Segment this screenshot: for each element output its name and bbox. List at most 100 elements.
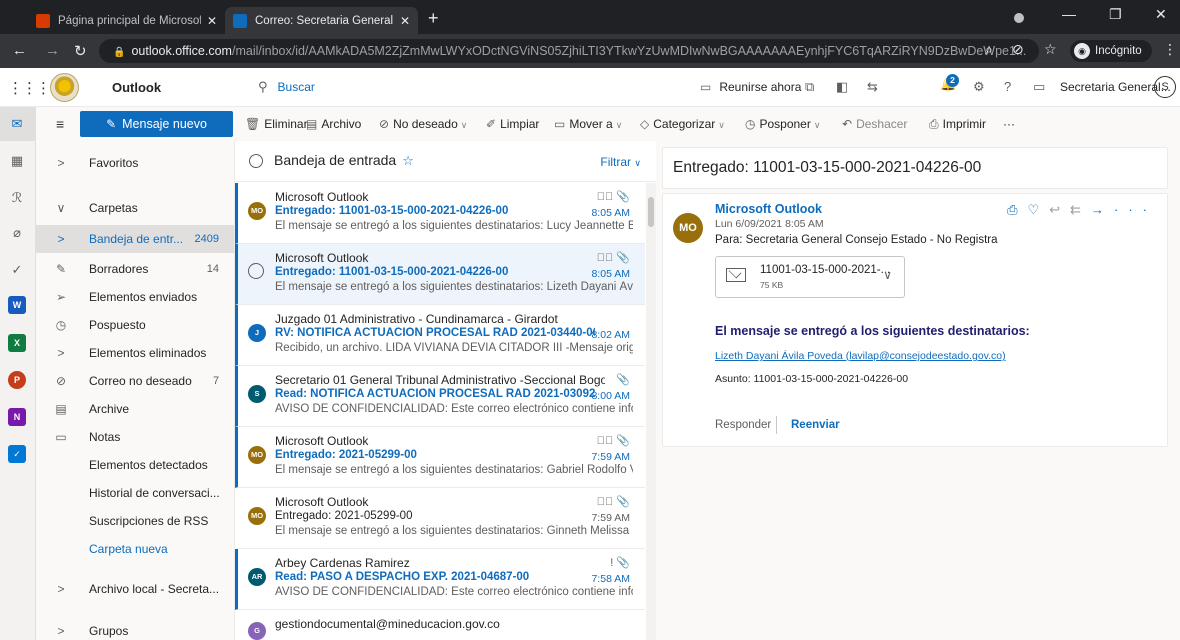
minimize-icon[interactable]: — (1062, 6, 1076, 22)
folder-inbox[interactable]: > Bandeja de entr... 2409 (36, 225, 234, 253)
categorize-button[interactable]: ◇ Categorizar ∨ (640, 117, 725, 131)
folder-sent[interactable]: ➢ Elementos enviados (36, 283, 234, 311)
search-input[interactable]: ⚲ Buscar (246, 73, 686, 101)
help-icon[interactable]: ? (1004, 79, 1011, 94)
organization-logo[interactable] (50, 73, 79, 102)
teams-icon[interactable]: ⧉ (805, 79, 814, 95)
archive-button[interactable]: ▤ Archivo (306, 117, 361, 131)
onenote-feed-icon[interactable]: ◧ (836, 79, 848, 95)
attachment-card[interactable]: 11001-03-15-000-2021-... 75 KB ∨ (715, 256, 905, 298)
folder-snoozed[interactable]: ◷ Pospuesto (36, 311, 234, 339)
favorite-star-icon[interactable]: ☆ (402, 153, 414, 168)
people-icon[interactable]: ℛ (8, 189, 26, 207)
bookmark-star-icon[interactable]: ☆ (1044, 41, 1057, 58)
onenote-icon[interactable]: N (8, 408, 26, 426)
move-to-button[interactable]: ▭ Mover a ∨ (554, 117, 622, 131)
hamburger-menu-icon[interactable]: ≡ (56, 116, 64, 132)
meet-now-button[interactable]: ▭ Reunirse ahora (700, 80, 801, 94)
sweep-button[interactable]: ✐ Limpiar (486, 117, 539, 131)
close-tab-icon[interactable]: ✕ (400, 14, 410, 28)
reply-button[interactable]: Responder (715, 419, 771, 431)
folder-groups[interactable]: > Grupos (36, 617, 234, 640)
close-tab-icon[interactable]: ✕ (207, 14, 217, 28)
print-button[interactable]: ⎙ Imprimir (929, 117, 986, 132)
sender-name[interactable]: Microsoft Outlook (715, 202, 822, 216)
app-launcher-icon[interactable]: ⋮⋮⋮ (8, 79, 51, 97)
forward-icon[interactable]: → (1091, 202, 1114, 217)
reply-all-icon[interactable]: ⇇ (1070, 202, 1091, 217)
message-item[interactable]: S Secretario 01 General Tribunal Adminis… (235, 366, 645, 427)
more-actions-button[interactable]: ··· (1003, 117, 1015, 131)
delete-button[interactable]: 🗑 Eliminar (245, 117, 308, 131)
new-message-label: Mensaje nuevo (122, 117, 207, 131)
folder-drafts[interactable]: ✎ Borradores 14 (36, 255, 234, 283)
message-item[interactable]: G gestiondocumental@mineducacion.gov.co (235, 610, 645, 640)
restore-icon[interactable]: ❐ (1109, 6, 1122, 23)
tracking-icon[interactable]: ⊘ (1012, 41, 1024, 58)
junk-button[interactable]: ⊘ No deseado ∨ (379, 117, 467, 131)
word-icon[interactable]: W (8, 296, 26, 314)
undo-button[interactable]: ↶ Deshacer (842, 117, 907, 131)
todo-app-icon[interactable]: ✓ (8, 445, 26, 463)
folder-conversation-history[interactable]: Historial de conversaci... (36, 479, 234, 507)
folder-detected[interactable]: Elementos detectados (36, 451, 234, 479)
select-message-checkbox[interactable] (248, 263, 264, 279)
excel-icon[interactable]: X (8, 334, 26, 352)
reply-icon[interactable]: ↩ (1049, 202, 1070, 217)
message-list-scrollbar[interactable] (646, 183, 656, 640)
folder-favorites[interactable]: > Favoritos (36, 149, 234, 177)
new-message-button[interactable]: ✎ Mensaje nuevo (80, 111, 233, 137)
browser-menu-icon[interactable]: ⋮ (1163, 41, 1177, 58)
sender-avatar[interactable]: MO (673, 213, 703, 243)
profile-dot-icon[interactable] (1014, 13, 1024, 23)
app-title[interactable]: Outlook (112, 80, 161, 95)
my-day-icon[interactable]: ⇆ (867, 79, 878, 95)
app-rail: ✉ ▦ ℛ ⌀ ✓ W X P N ✓ (0, 107, 36, 640)
filter-button[interactable]: Filtrar ∨ (600, 155, 641, 169)
message-item[interactable]: MO Microsoft Outlook ⊖⃝ 📎 Entregado: 202… (235, 488, 645, 549)
folder-archive[interactable]: ▤ Archive (36, 395, 234, 423)
select-all-checkbox[interactable] (249, 154, 263, 168)
calendar-icon[interactable]: ▦ (8, 152, 26, 170)
account-avatar[interactable]: S (1154, 76, 1176, 98)
notifications-button[interactable]: 🔔 2 (940, 74, 959, 92)
browser-tab-outlook[interactable]: Correo: Secretaria General Conse ✕ (225, 7, 418, 34)
folder-rss[interactable]: Suscripciones de RSS (36, 507, 234, 535)
scrollbar-thumb[interactable] (648, 197, 654, 227)
like-icon[interactable]: ♡ (1028, 202, 1050, 217)
chevron-down-icon[interactable]: ∨ (883, 268, 892, 282)
forward-button[interactable]: Reenviar (791, 419, 840, 431)
message-item[interactable]: J Juzgado 01 Administrativo - Cundinamar… (235, 305, 645, 366)
feedback-icon[interactable]: ▭ (1033, 79, 1045, 95)
folder-junk[interactable]: ⊘ Correo no deseado 7 (36, 367, 234, 395)
folder-carpetas[interactable]: ∨ Carpetas (36, 194, 234, 222)
new-folder-link[interactable]: Carpeta nueva (36, 535, 234, 563)
folder-count: 2409 (194, 233, 219, 245)
url-field[interactable]: 🔒 outlook.office.com/mail/inbox/id/AAMkAD… (99, 39, 1039, 63)
settings-gear-icon[interactable]: ⚙ (973, 79, 985, 95)
forward-icon[interactable]: → (45, 42, 60, 59)
mail-icon[interactable]: ✉ (8, 115, 26, 133)
folder-local-archive[interactable]: > Archivo local - Secreta... (36, 575, 234, 603)
recipient-link[interactable]: Lizeth Dayani Ávila Poveda (lavilap@cons… (715, 350, 1006, 362)
message-item[interactable]: MO Microsoft Outlook ⊖⃝ 📎 Entregado: 110… (235, 183, 645, 244)
more-options-icon[interactable]: ··· (1114, 202, 1157, 217)
incognito-badge[interactable]: ◉ Incógnito (1070, 40, 1152, 62)
reload-icon[interactable]: ↻ (74, 42, 87, 60)
message-item[interactable]: AR Arbey Cardenas Ramirez ! 📎 Read: PASO… (235, 549, 645, 610)
attachment-files-icon[interactable]: ⌀ (8, 224, 26, 242)
folder-count: 7 (213, 375, 220, 387)
message-item[interactable]: MO Microsoft Outlook ⊖⃝ 📎 Entregado: 202… (235, 427, 645, 488)
folder-deleted[interactable]: > Elementos eliminados (36, 339, 234, 367)
folder-notes[interactable]: ▭ Notas (36, 423, 234, 451)
powerpoint-icon[interactable]: P (8, 371, 26, 389)
window-close-icon[interactable]: ✕ (1155, 6, 1167, 23)
snooze-button[interactable]: ◷ Posponer ∨ (745, 117, 820, 131)
print-icon[interactable]: ⎙ (1007, 202, 1027, 217)
new-tab-icon[interactable]: + (428, 8, 439, 29)
back-icon[interactable]: ← (12, 42, 27, 59)
message-item[interactable]: Microsoft Outlook ⊖⃝ 📎 Entregado: 11001-… (235, 244, 645, 305)
browser-tab-office[interactable]: Página principal de Microsoft Offi ✕ (28, 7, 225, 34)
todo-check-icon[interactable]: ✓ (8, 261, 26, 279)
zoom-icon[interactable]: ⌕ (985, 41, 993, 58)
